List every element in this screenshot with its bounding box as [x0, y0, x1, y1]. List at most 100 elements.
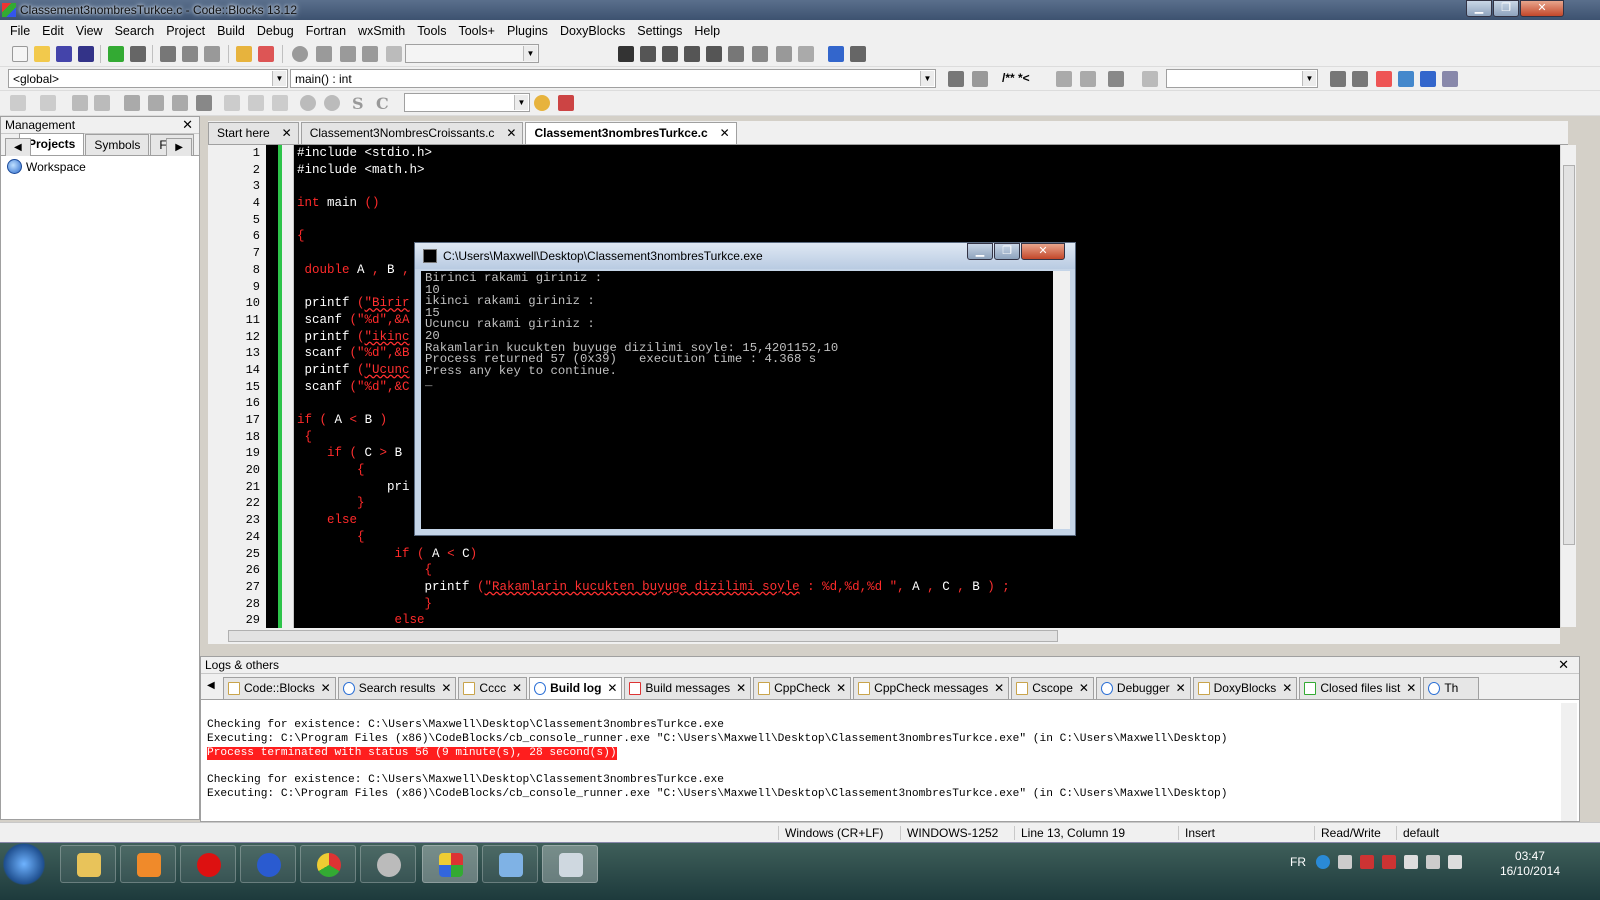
menu-tools-plus[interactable]: Tools+ [452, 24, 500, 38]
usb-icon[interactable] [1404, 855, 1418, 869]
code-line[interactable]: if ( A < C) [297, 546, 1557, 563]
console-output[interactable]: Birinci rakami giriniz : 10 ikinci rakam… [421, 271, 1053, 529]
next-instruction-icon[interactable] [728, 46, 744, 62]
undo-icon[interactable] [108, 46, 124, 62]
close-icon[interactable]: ✕ [607, 681, 617, 695]
new-file-icon[interactable] [12, 46, 28, 62]
tab-classement3nombresturkce[interactable]: Classement3nombresTurkce.c ✕ [525, 122, 737, 144]
settings-icon[interactable] [558, 95, 574, 111]
symbol-search-input[interactable]: ▼ [404, 93, 530, 112]
s-icon[interactable]: S [352, 94, 364, 113]
dialog-icon[interactable] [272, 95, 288, 111]
tab-cppcheck-messages[interactable]: CppCheck messages ✕ [853, 677, 1010, 699]
jump-icon[interactable] [948, 71, 964, 87]
close-icon[interactable]: ✕ [282, 126, 292, 140]
tab-cscope[interactable]: Cscope ✕ [1011, 677, 1094, 699]
taskbar-console[interactable] [542, 845, 598, 883]
debug-start-icon[interactable] [618, 46, 634, 62]
close-icon[interactable]: ✕ [441, 681, 451, 695]
menu-edit[interactable]: Edit [36, 24, 70, 38]
code-line[interactable]: int main () [297, 195, 1557, 212]
taskbar-explorer[interactable] [60, 845, 116, 883]
close-icon[interactable]: ✕ [1079, 681, 1089, 695]
start-button[interactable] [2, 843, 46, 885]
bookmark-icon[interactable] [972, 71, 988, 87]
preview-icon[interactable] [148, 95, 164, 111]
zoom-in-icon[interactable] [300, 95, 316, 111]
taskbar-media-player[interactable] [120, 845, 176, 883]
cut-icon[interactable] [160, 46, 176, 62]
code-line[interactable]: #include <stdio.h> [297, 145, 1557, 162]
pause-icon[interactable] [776, 46, 792, 62]
tab-scroll-right-icon[interactable]: ▶ [166, 138, 192, 156]
delete-widget-icon[interactable] [124, 95, 140, 111]
antivirus-icon[interactable] [1382, 855, 1396, 869]
search-prev-icon[interactable] [1330, 71, 1346, 87]
tools-wrench-icon[interactable] [1108, 71, 1124, 87]
menu-fortran[interactable]: Fortran [300, 24, 352, 38]
taskbar-paint[interactable] [482, 845, 538, 883]
build-and-run-icon[interactable] [340, 46, 356, 62]
stop-debug-icon[interactable] [798, 46, 814, 62]
maximize-button[interactable]: ❐ [994, 243, 1020, 260]
search-symbol-icon[interactable] [534, 95, 550, 111]
console-title-bar[interactable]: C:\Users\Maxwell\Desktop\Classement3nomb… [415, 243, 1075, 269]
code-line[interactable]: } [297, 596, 1557, 613]
close-icon[interactable]: ✕ [720, 126, 730, 140]
menu-view[interactable]: View [70, 24, 109, 38]
editor-horizontal-scrollbar[interactable] [208, 628, 1560, 644]
function-select[interactable]: main() : int ▼ [290, 69, 936, 88]
tab-symbols[interactable]: Symbols [85, 134, 150, 155]
taskbar-user-app[interactable] [240, 845, 296, 883]
close-button[interactable]: ✕ [1520, 0, 1564, 17]
close-icon[interactable]: ✕ [736, 681, 746, 695]
editor-vertical-scrollbar[interactable] [1560, 145, 1576, 627]
copy-icon[interactable] [182, 46, 198, 62]
menu-project[interactable]: Project [160, 24, 211, 38]
incremental-search-input[interactable]: ▼ [1166, 69, 1318, 88]
code-line[interactable]: ​ [297, 178, 1557, 195]
selection-icon[interactable] [1398, 71, 1414, 87]
tab-closed-files-list[interactable]: Closed files list ✕ [1299, 677, 1422, 699]
build-target-select[interactable]: ▼ [405, 44, 539, 63]
tab-scroll-left-icon[interactable]: ◀ [207, 680, 215, 691]
quick-props-icon[interactable] [172, 95, 188, 111]
insert-before-icon[interactable] [72, 95, 88, 111]
tab-codeblocks[interactable]: Code::Blocks ✕ [223, 677, 336, 699]
tab-debugger[interactable]: Debugger ✕ [1095, 677, 1191, 699]
search-next-icon[interactable] [1352, 71, 1368, 87]
code-line[interactable]: ​ [297, 212, 1557, 229]
step-out-icon[interactable] [706, 46, 722, 62]
panel-icon[interactable] [248, 95, 264, 111]
abort-icon[interactable] [386, 46, 402, 62]
menu-debug[interactable]: Debug [251, 24, 300, 38]
action-center-icon[interactable] [1360, 855, 1374, 869]
code-line[interactable]: else [297, 612, 1557, 629]
close-icon[interactable]: ✕ [1176, 681, 1186, 695]
replace-icon[interactable] [258, 46, 274, 62]
step-into-instruction-icon[interactable] [752, 46, 768, 62]
console-window[interactable]: C:\Users\Maxwell\Desktop\Classement3nomb… [414, 242, 1076, 536]
menu-wxsmith[interactable]: wxSmith [352, 24, 411, 38]
debug-windows-icon[interactable] [828, 46, 844, 62]
doxy-wizard-icon[interactable] [1056, 71, 1072, 87]
close-icon[interactable]: ✕ [1558, 657, 1569, 673]
menu-search[interactable]: Search [109, 24, 161, 38]
close-icon[interactable]: ✕ [321, 681, 331, 695]
code-line[interactable]: { [297, 562, 1557, 579]
menu-plugins[interactable]: Plugins [501, 24, 554, 38]
find-icon[interactable] [236, 46, 252, 62]
build-log-output[interactable]: Checking for existence: C:\Users\Maxwell… [207, 719, 1547, 802]
taskbar-chrome[interactable] [300, 845, 356, 883]
rebuild-icon[interactable] [362, 46, 378, 62]
tab-search-results[interactable]: Search results ✕ [337, 677, 457, 699]
taskbar-codeblocks[interactable] [422, 845, 478, 883]
console-scrollbar[interactable] [1053, 271, 1070, 529]
close-icon[interactable]: ✕ [1282, 681, 1292, 695]
debug-info-icon[interactable] [850, 46, 866, 62]
tab-scroll-left-icon[interactable]: ◀ [5, 138, 31, 156]
close-icon[interactable]: ✕ [836, 681, 846, 695]
doxy-help-icon[interactable] [1080, 71, 1096, 87]
c-icon[interactable]: C [376, 94, 389, 113]
run-to-cursor-icon[interactable] [640, 46, 656, 62]
